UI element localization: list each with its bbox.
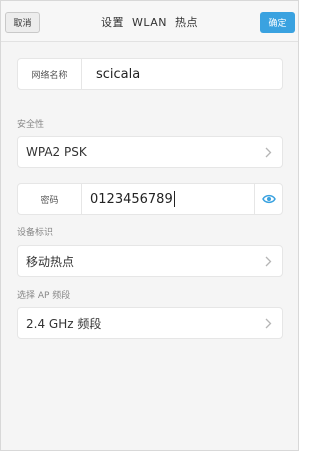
ap-band-select[interactable]: 2.4 GHz 频段 xyxy=(17,307,283,339)
page-title: 设置 WLAN 热点 xyxy=(101,16,198,29)
confirm-button[interactable]: 确定 xyxy=(260,12,295,33)
password-input[interactable]: 0123456789 xyxy=(90,184,175,214)
network-name-row: 网络名称 scicala xyxy=(17,58,283,90)
chevron-right-icon xyxy=(265,137,272,167)
device-id-select[interactable]: 移动热点 xyxy=(17,245,283,277)
password-label: 密码 xyxy=(18,184,82,214)
device-id-section-label: 设备标识 xyxy=(17,228,54,238)
chevron-right-icon xyxy=(265,246,272,276)
header-bar: 取消 设置 WLAN 热点 确定 xyxy=(1,1,298,42)
password-row: 密码 0123456789 xyxy=(17,183,283,215)
cancel-button[interactable]: 取消 xyxy=(5,12,40,33)
network-name-input[interactable]: scicala xyxy=(96,59,140,89)
eye-icon xyxy=(261,194,276,204)
wlan-hotspot-settings-screen: 取消 设置 WLAN 热点 确定 网络名称 scicala 安全性 WPA2 P… xyxy=(0,0,299,451)
security-select[interactable]: WPA2 PSK xyxy=(17,136,283,168)
device-id-selected-value: 移动热点 xyxy=(26,254,75,269)
chevron-right-icon xyxy=(265,308,272,338)
ap-band-selected-value: 2.4 GHz 频段 xyxy=(26,316,102,331)
show-password-toggle[interactable] xyxy=(254,184,282,214)
security-selected-value: WPA2 PSK xyxy=(26,145,87,159)
text-caret xyxy=(173,191,175,207)
security-section-label: 安全性 xyxy=(17,120,45,130)
network-name-label: 网络名称 xyxy=(18,59,82,89)
ap-band-section-label: 选择 AP 频段 xyxy=(17,291,71,301)
password-value: 0123456789 xyxy=(90,191,173,207)
